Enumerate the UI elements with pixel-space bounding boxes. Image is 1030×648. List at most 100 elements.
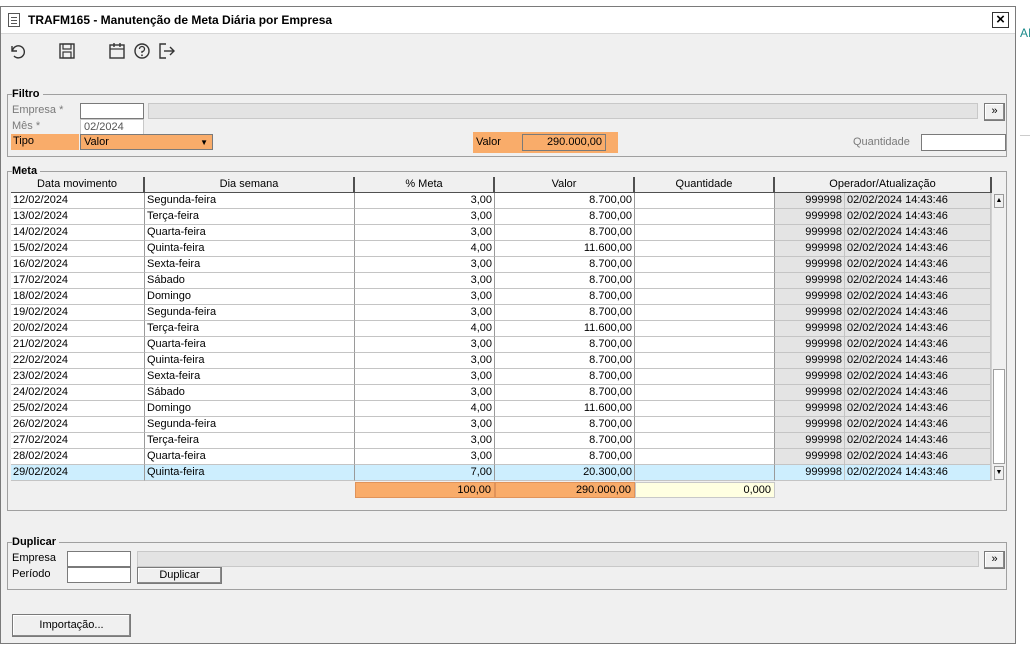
cell-op[interactable]: 999998 — [775, 417, 845, 433]
cell-qtd[interactable] — [635, 449, 775, 465]
cell-dia[interactable]: Sexta-feira — [145, 257, 355, 273]
cell-data[interactable]: 22/02/2024 — [11, 353, 145, 369]
cell-dia[interactable]: Segunda-feira — [145, 305, 355, 321]
table-row[interactable]: 17/02/2024 Sábado 3,00 8.700,00 999998 02/02/… — [11, 273, 991, 289]
cell-op[interactable]: 999998 — [775, 433, 845, 449]
cell-dia[interactable]: Domingo — [145, 289, 355, 305]
table-row[interactable]: 26/02/2024 Segunda-feira 3,00 8.700,00 99999… — [11, 417, 991, 433]
cell-pct[interactable]: 3,00 — [355, 305, 495, 321]
cell-valor[interactable]: 11.600,00 — [495, 401, 635, 417]
cell-data[interactable]: 14/02/2024 — [11, 225, 145, 241]
cell-dia[interactable]: Domingo — [145, 401, 355, 417]
cell-valor[interactable]: 20.300,00 — [495, 465, 635, 481]
close-button[interactable]: × — [992, 12, 1009, 28]
cell-valor[interactable]: 11.600,00 — [495, 321, 635, 337]
table-scrollbar[interactable]: ▲ ▼ — [991, 193, 1006, 481]
cell-valor[interactable]: 8.700,00 — [495, 305, 635, 321]
undo-icon[interactable] — [8, 42, 26, 60]
cell-dia[interactable]: Terça-feira — [145, 209, 355, 225]
cell-upd[interactable]: 02/02/2024 14:43:46 — [845, 401, 991, 417]
cell-pct[interactable]: 3,00 — [355, 433, 495, 449]
cell-data[interactable]: 29/02/2024 — [11, 465, 145, 481]
table-row[interactable]: 23/02/2024 Sexta-feira 3,00 8.700,00 999998 0… — [11, 369, 991, 385]
duplicar-button[interactable]: Duplicar — [137, 567, 222, 584]
cell-valor[interactable]: 8.700,00 — [495, 417, 635, 433]
tipo-select[interactable]: Valor ▼ — [80, 134, 213, 150]
scroll-thumb[interactable] — [993, 369, 1005, 464]
cell-qtd[interactable] — [635, 305, 775, 321]
cell-valor[interactable]: 8.700,00 — [495, 225, 635, 241]
quantidade-input[interactable] — [921, 134, 1006, 151]
cell-qtd[interactable] — [635, 273, 775, 289]
cell-dia[interactable]: Quinta-feira — [145, 353, 355, 369]
col-header-quantidade[interactable]: Quantidade — [635, 177, 775, 193]
table-row[interactable]: 18/02/2024 Domingo 3,00 8.700,00 999998 02/02… — [11, 289, 991, 305]
table-row[interactable]: 22/02/2024 Quinta-feira 3,00 8.700,00 999998… — [11, 353, 991, 369]
periodo-input[interactable] — [67, 567, 131, 583]
cell-op[interactable]: 999998 — [775, 353, 845, 369]
cell-op[interactable]: 999998 — [775, 321, 845, 337]
cell-valor[interactable]: 8.700,00 — [495, 385, 635, 401]
table-row[interactable]: 25/02/2024 Domingo 4,00 11.600,00 999998 02/0… — [11, 401, 991, 417]
cell-dia[interactable]: Segunda-feira — [145, 193, 355, 209]
col-header-data[interactable]: Data movimento — [11, 177, 145, 193]
cell-upd[interactable]: 02/02/2024 14:43:46 — [845, 257, 991, 273]
cell-valor[interactable]: 8.700,00 — [495, 209, 635, 225]
table-row[interactable]: 28/02/2024 Quarta-feira 3,00 8.700,00 999998… — [11, 449, 991, 465]
cell-dia[interactable]: Sábado — [145, 273, 355, 289]
cell-dia[interactable]: Sábado — [145, 385, 355, 401]
cell-upd[interactable]: 02/02/2024 14:43:46 — [845, 449, 991, 465]
cell-op[interactable]: 999998 — [775, 209, 845, 225]
cell-dia[interactable]: Segunda-feira — [145, 417, 355, 433]
cell-qtd[interactable] — [635, 401, 775, 417]
cell-dia[interactable]: Quinta-feira — [145, 465, 355, 481]
duplicar-search-button[interactable]: » — [984, 551, 1005, 569]
cell-data[interactable]: 21/02/2024 — [11, 337, 145, 353]
table-row[interactable]: 19/02/2024 Segunda-feira 3,00 8.700,00 99999… — [11, 305, 991, 321]
cell-valor[interactable]: 8.700,00 — [495, 193, 635, 209]
cell-upd[interactable]: 02/02/2024 14:43:46 — [845, 321, 991, 337]
table-row[interactable]: 12/02/2024 Segunda-feira 3,00 8.700,00 99999… — [11, 193, 991, 209]
exit-icon[interactable] — [158, 42, 176, 60]
scroll-down-icon[interactable]: ▼ — [994, 466, 1004, 480]
cell-data[interactable]: 15/02/2024 — [11, 241, 145, 257]
cell-qtd[interactable] — [635, 225, 775, 241]
table-row[interactable]: 24/02/2024 Sábado 3,00 8.700,00 999998 02/02/… — [11, 385, 991, 401]
table-row[interactable]: 27/02/2024 Terça-feira 3,00 8.700,00 999998 0… — [11, 433, 991, 449]
cell-op[interactable]: 999998 — [775, 257, 845, 273]
cell-op[interactable]: 999998 — [775, 465, 845, 481]
cell-upd[interactable]: 02/02/2024 14:43:46 — [845, 465, 991, 481]
col-header-pct[interactable]: % Meta — [355, 177, 495, 193]
cell-op[interactable]: 999998 — [775, 225, 845, 241]
table-row[interactable]: 20/02/2024 Terça-feira 4,00 11.600,00 999998… — [11, 321, 991, 337]
cell-qtd[interactable] — [635, 289, 775, 305]
cell-dia[interactable]: Terça-feira — [145, 433, 355, 449]
cell-pct[interactable]: 4,00 — [355, 401, 495, 417]
empresa-code-input[interactable] — [80, 103, 144, 119]
cell-pct[interactable]: 3,00 — [355, 337, 495, 353]
cell-data[interactable]: 24/02/2024 — [11, 385, 145, 401]
cell-dia[interactable]: Quarta-feira — [145, 337, 355, 353]
cell-dia[interactable]: Quinta-feira — [145, 241, 355, 257]
cell-data[interactable]: 12/02/2024 — [11, 193, 145, 209]
cell-op[interactable]: 999998 — [775, 241, 845, 257]
cell-pct[interactable]: 3,00 — [355, 193, 495, 209]
cell-qtd[interactable] — [635, 209, 775, 225]
cell-qtd[interactable] — [635, 257, 775, 273]
col-header-valor[interactable]: Valor — [495, 177, 635, 193]
cell-upd[interactable]: 02/02/2024 14:43:46 — [845, 433, 991, 449]
cell-data[interactable]: 19/02/2024 — [11, 305, 145, 321]
cell-data[interactable]: 26/02/2024 — [11, 417, 145, 433]
cell-qtd[interactable] — [635, 337, 775, 353]
cell-data[interactable]: 28/02/2024 — [11, 449, 145, 465]
cell-pct[interactable]: 4,00 — [355, 241, 495, 257]
cell-data[interactable]: 25/02/2024 — [11, 401, 145, 417]
table-row[interactable]: 21/02/2024 Quarta-feira 3,00 8.700,00 999998… — [11, 337, 991, 353]
cell-data[interactable]: 23/02/2024 — [11, 369, 145, 385]
cell-qtd[interactable] — [635, 321, 775, 337]
cell-op[interactable]: 999998 — [775, 193, 845, 209]
cell-dia[interactable]: Terça-feira — [145, 321, 355, 337]
cell-op[interactable]: 999998 — [775, 369, 845, 385]
cell-pct[interactable]: 3,00 — [355, 209, 495, 225]
cell-op[interactable]: 999998 — [775, 273, 845, 289]
